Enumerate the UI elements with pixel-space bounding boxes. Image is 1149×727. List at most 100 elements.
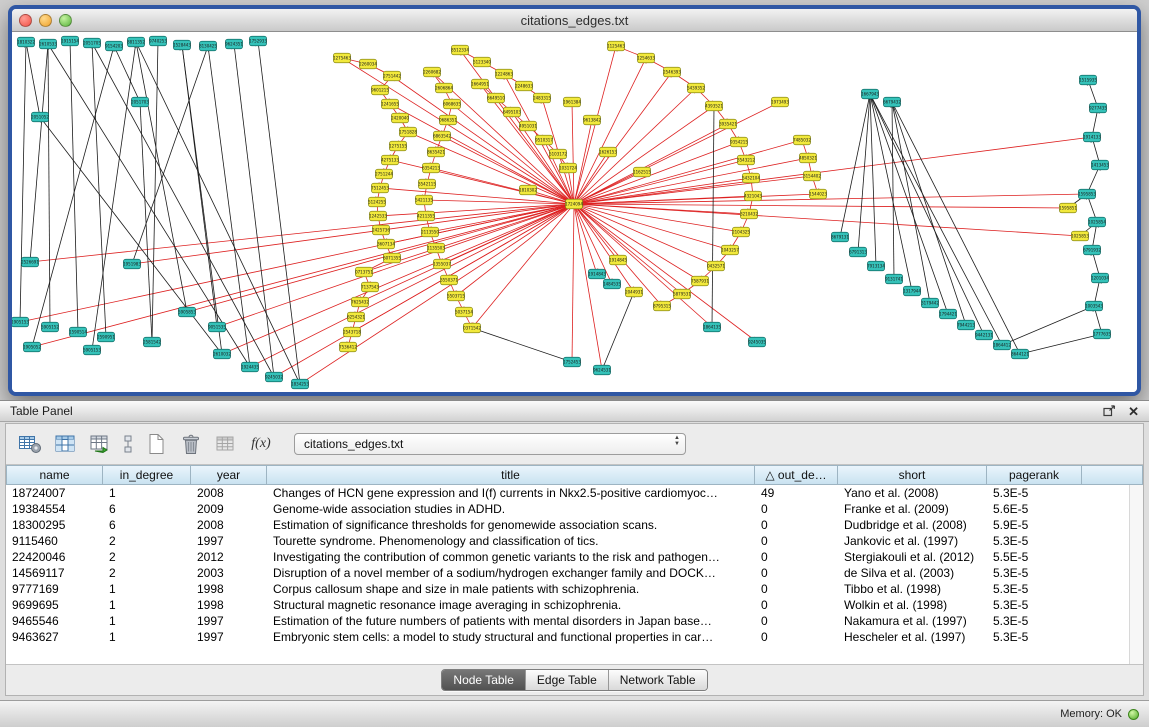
graph-node[interactable]: 2260034	[359, 59, 377, 69]
new-table-button[interactable]	[142, 430, 170, 458]
column-header-in_degree[interactable]: in_degree	[103, 465, 191, 485]
graph-node[interactable]: 1752453	[563, 357, 581, 367]
table-row[interactable]: 946362711997Embryonic stem cells: a mode…	[6, 629, 1129, 645]
graph-node[interactable]: 1590514	[69, 327, 87, 337]
graph-node[interactable]: 2044931	[625, 287, 643, 297]
graph-node[interactable]: 2104325	[732, 227, 750, 237]
graph-node[interactable]: 1777635	[1093, 329, 1111, 339]
show-columns-button[interactable]	[51, 430, 79, 458]
graph-node[interactable]: 5123340	[473, 57, 491, 67]
graph-node[interactable]: 1595851	[1059, 203, 1077, 213]
graph-node[interactable]: 9277435	[1089, 103, 1107, 113]
table-scrollbar[interactable]	[1129, 485, 1143, 664]
graph-node[interactable]: 2590951	[97, 332, 115, 342]
window-titlebar[interactable]: citations_edges.txt	[12, 9, 1137, 32]
graph-node[interactable]: 6863542	[433, 131, 451, 141]
graph-node[interactable]: 3542115	[418, 179, 436, 189]
graph-node[interactable]: 1794421	[939, 309, 957, 319]
graph-node[interactable]: 1125463	[607, 41, 625, 51]
graph-node[interactable]: 0686351	[439, 115, 457, 125]
delete-table-button[interactable]	[177, 430, 205, 458]
graph-node[interactable]: 7536412	[339, 342, 357, 352]
graph-node[interactable]: 5439352	[687, 83, 705, 93]
graph-node[interactable]: 1864135	[703, 322, 721, 332]
graph-node[interactable]: 1025853	[1071, 231, 1089, 241]
graph-node[interactable]: 2610533	[39, 39, 57, 49]
graph-node[interactable]: 4321043	[744, 191, 762, 201]
graph-node[interactable]: 7485032	[793, 135, 811, 145]
network-svg[interactable]: 1724094127546322600342751442960121512416…	[12, 32, 1137, 392]
graph-node[interactable]: 9442131	[975, 330, 993, 340]
graph-node[interactable]: 1224863	[495, 69, 513, 79]
column-header-title[interactable]: title	[267, 465, 755, 485]
graph-node[interactable]: 1973493	[771, 97, 789, 107]
graph-node[interactable]: 1914843	[588, 269, 606, 279]
graph-node[interactable]: 9510317	[535, 135, 553, 145]
graph-node[interactable]: 2113550	[421, 227, 439, 237]
graph-node[interactable]: 1413453	[1091, 160, 1109, 170]
graph-node[interactable]: 1951983	[123, 259, 141, 269]
graph-node[interactable]: 5421135	[415, 195, 433, 205]
graph-node[interactable]: 9624531	[593, 365, 611, 375]
graph-node[interactable]: 6679432	[883, 97, 901, 107]
network-view[interactable]: 1724094127546322600342751442960121512416…	[12, 32, 1137, 392]
graph-node[interactable]: 1043257	[721, 245, 739, 255]
graph-node[interactable]: 1905153	[12, 317, 29, 327]
graph-node[interactable]: 5432104	[742, 173, 760, 183]
graph-node[interactable]: 8130425	[199, 41, 217, 51]
graph-node[interactable]: 4951031	[519, 121, 537, 131]
graph-node[interactable]: 6354213	[422, 163, 440, 173]
graph-node[interactable]: 2581542	[143, 337, 161, 347]
graph-node[interactable]: 2526691	[21, 257, 39, 267]
graph-node[interactable]: 1664951	[471, 79, 489, 89]
graph-node[interactable]: 1242533	[369, 211, 387, 221]
graph-node[interactable]: 1914845	[609, 255, 627, 265]
float-panel-button[interactable]	[1103, 405, 1116, 417]
graph-node[interactable]: 9740253	[149, 36, 167, 46]
graph-node[interactable]: 9154203	[105, 41, 123, 51]
tab-edge-table[interactable]: Edge Table	[526, 670, 609, 690]
graph-node[interactable]: 8644121	[1011, 349, 1029, 359]
graph-node[interactable]: 7587931	[691, 276, 709, 286]
graph-node[interactable]: 1834253	[291, 379, 309, 389]
column-header-name[interactable]: name	[6, 465, 103, 485]
graph-node[interactable]: 2425736	[372, 225, 390, 235]
column-header-short[interactable]: short	[838, 465, 987, 485]
graph-node[interactable]: 3210432	[740, 209, 758, 219]
table-row[interactable]: 2242004622012Investigating the contribut…	[6, 549, 1129, 565]
graph-node[interactable]: 7913134	[867, 261, 885, 271]
function-builder-button[interactable]: f(x)	[247, 430, 275, 458]
graph-node[interactable]: 2420040	[391, 113, 409, 123]
table-row[interactable]: 1456911722003Disruption of a novel membe…	[6, 565, 1129, 581]
graph-node[interactable]: 1515935	[1079, 75, 1097, 85]
table-row[interactable]: 969969511998Structural magnetic resonanc…	[6, 597, 1129, 613]
table-row[interactable]: 1938455462009Genome-wide association stu…	[6, 501, 1129, 517]
table-row[interactable]: 911546021997Tourette syndrome. Phenomeno…	[6, 533, 1129, 549]
graph-node[interactable]: 0713751	[355, 267, 373, 277]
graph-node[interactable]: 2546393	[663, 67, 681, 77]
graph-node[interactable]: 3550371	[440, 275, 458, 285]
graph-node[interactable]: 9131741	[885, 274, 903, 284]
column-selector-button[interactable]	[121, 430, 135, 458]
graph-node[interactable]: 1667943	[861, 89, 879, 99]
graph-node[interactable]: 2751442	[383, 71, 401, 81]
graph-node[interactable]: 8512334	[451, 45, 469, 55]
table-row[interactable]: 977716911998Corpus callosum shape and si…	[6, 581, 1129, 597]
graph-node[interactable]: 7137543	[361, 282, 379, 292]
graph-node[interactable]: 5905853	[178, 307, 196, 317]
graph-node[interactable]: 9613842	[583, 115, 601, 125]
graph-node[interactable]: 6254321	[347, 312, 365, 322]
graph-node[interactable]: 6649510	[487, 93, 505, 103]
graph-node[interactable]: 1810322	[17, 37, 35, 47]
graph-node[interactable]: 2248633	[515, 81, 533, 91]
graph-node[interactable]: 1275155	[389, 141, 407, 151]
graph-node[interactable]: 1484535	[603, 279, 621, 289]
graph-node[interactable]: 1254633	[637, 53, 655, 63]
graph-node[interactable]: 1162515	[633, 167, 651, 177]
graph-node[interactable]: 1241655	[381, 99, 399, 109]
graph-node[interactable]: 5905153	[83, 345, 101, 355]
tab-node-table[interactable]: Node Table	[442, 670, 526, 690]
graph-node[interactable]: 1003543	[1085, 301, 1103, 311]
graph-node[interactable]: 1924435	[241, 362, 259, 372]
graph-node[interactable]: 4850321	[799, 153, 817, 163]
